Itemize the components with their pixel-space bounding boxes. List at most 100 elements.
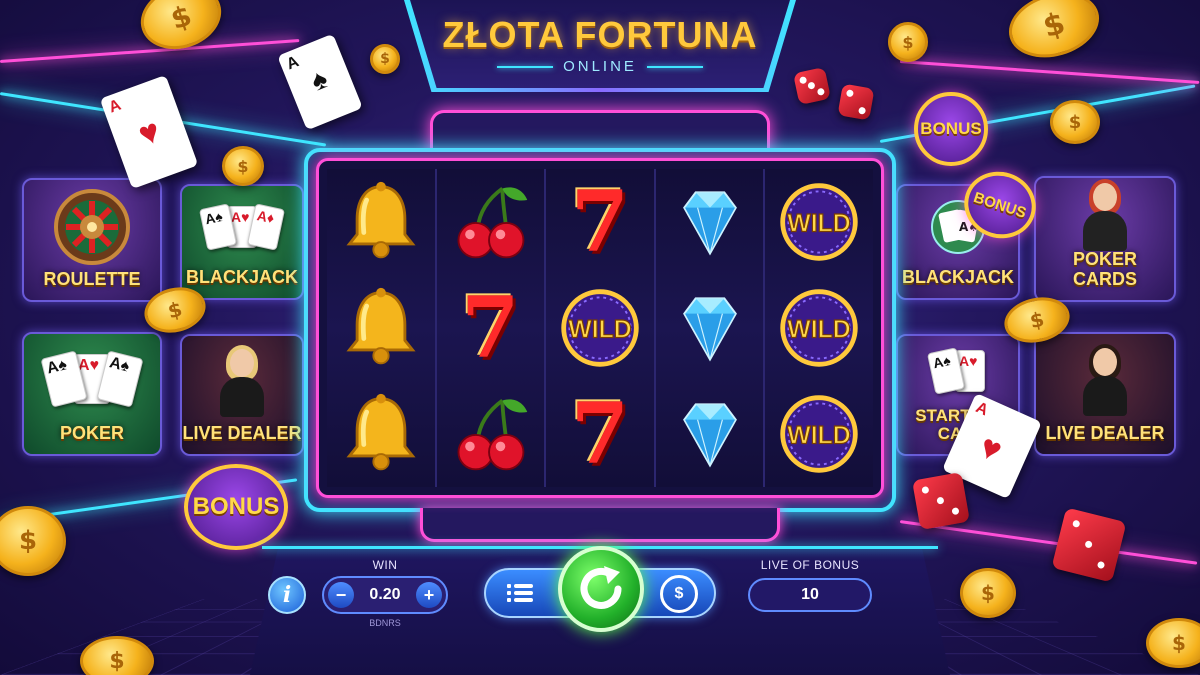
die-pip <box>858 106 867 115</box>
dealer-avatar <box>182 336 302 424</box>
coin-icon: $ <box>370 44 400 74</box>
coin-glyph: $ <box>18 526 38 556</box>
list-menu-icon <box>507 584 533 602</box>
coin-glyph: $ <box>902 32 914 52</box>
avatar-face <box>1093 183 1117 212</box>
menu-button[interactable] <box>500 580 540 606</box>
game-tile-live-dealer[interactable]: LIVE DEALER <box>180 334 304 456</box>
coin-glyph: $ <box>981 581 995 605</box>
spin-button[interactable] <box>558 546 644 632</box>
seven-glyph: 7 <box>570 384 630 483</box>
info-icon: i <box>282 582 292 608</box>
reel-1 <box>327 169 437 487</box>
tile-label: POKER <box>59 423 124 444</box>
die-pip <box>951 507 960 516</box>
wild-symbol-icon: WILD <box>771 280 867 376</box>
win-stepper: − 0.20 + <box>322 576 448 614</box>
tile-label: BLACKJACK <box>902 267 1014 288</box>
avatar-body <box>1083 376 1127 417</box>
tile-label: LIVE DEALER <box>1045 423 1165 444</box>
dice-icon <box>837 83 875 121</box>
die-pip <box>1072 519 1081 529</box>
playing-cards-icon: A♠ A♥ <box>898 336 1018 407</box>
decrease-button[interactable]: − <box>328 582 354 608</box>
coin-icon: $ <box>960 568 1016 618</box>
svg-text:WILD: WILD <box>787 317 850 344</box>
playing-cards-icon: A♠ A♥ A♠ <box>24 334 160 424</box>
game-tile-live-dealer-right[interactable]: LIVE DEALER <box>1034 332 1176 456</box>
coin-icon: $ <box>0 506 66 576</box>
info-button[interactable]: i <box>268 576 306 614</box>
cherry-symbol-icon <box>442 174 538 270</box>
reel-4 <box>655 169 766 487</box>
coin-icon: $ <box>1001 0 1107 68</box>
machine-bottom-frame <box>420 508 780 542</box>
bell-symbol-icon <box>333 386 429 482</box>
slot-reels: 7 7 WILD 7 WILD WILD WILD <box>316 158 884 498</box>
neon-line <box>899 60 1200 84</box>
divider <box>646 65 703 68</box>
bell-symbol-icon <box>333 174 429 270</box>
coin-glyph: $ <box>166 0 196 36</box>
bonus-badge[interactable]: BONUS <box>184 464 288 550</box>
tile-label: LIVE DEALER <box>182 423 302 444</box>
die-pip <box>807 81 816 90</box>
coin-glyph: $ <box>1039 5 1069 45</box>
playing-cards-icon: A♠ A♥ A♦ <box>182 186 302 268</box>
coin-icon: $ <box>888 22 928 62</box>
bell-symbol-icon <box>333 280 429 376</box>
diamond-symbol-icon <box>662 280 758 376</box>
reel-2: 7 <box>436 169 547 487</box>
spin-arrow-icon <box>580 566 622 609</box>
coin-icon: $ <box>222 146 264 186</box>
wild-symbol-icon: WILD <box>771 174 867 270</box>
seven-symbol-icon: 7 <box>552 386 648 482</box>
dice-icon <box>912 472 970 530</box>
tile-label: POKER CARDS <box>1072 249 1137 290</box>
avatar-face <box>1093 348 1117 377</box>
bonus-badge[interactable]: BONUS <box>914 92 988 166</box>
seven-symbol-icon: 7 <box>442 280 538 376</box>
bet-history-button[interactable]: $ <box>660 575 698 613</box>
svg-text:WILD: WILD <box>568 317 631 344</box>
game-tile-poker-cards[interactable]: POKER CARDS <box>1034 176 1176 302</box>
diamond-symbol-icon <box>662 386 758 482</box>
die-pip <box>921 485 930 495</box>
game-tile-roulette[interactable]: ROULETTE <box>22 178 162 302</box>
bonus-label: BONUS <box>920 119 982 138</box>
wild-symbol-icon: WILD <box>552 280 648 376</box>
dice-icon <box>1051 507 1127 583</box>
win-value: 0.20 <box>369 586 401 603</box>
dice-icon <box>793 67 831 105</box>
bonus-label: BONUS <box>971 188 1029 222</box>
ace-of-hearts-card: A ♥ <box>99 74 199 190</box>
dealer-avatar <box>212 345 272 418</box>
seven-glyph: 7 <box>461 278 520 377</box>
dollar-refresh-icon: $ <box>674 585 684 602</box>
card-rank: A <box>106 96 124 117</box>
subtitle-row: ONLINE <box>410 58 790 75</box>
die-pip <box>1096 560 1106 570</box>
coin-glyph: $ <box>380 51 390 67</box>
die-pip <box>798 76 808 85</box>
reel-3: 7 WILD 7 <box>546 169 656 487</box>
game-tile-poker[interactable]: A♠ A♥ A♠ POKER <box>22 332 162 456</box>
dealer-avatar <box>1075 179 1135 252</box>
increase-button[interactable]: + <box>415 582 442 608</box>
game-tile-blackjack[interactable]: A♠ A♥ A♦ BLACKJACK <box>180 184 304 300</box>
tile-label: BLACKJACK <box>186 267 298 288</box>
bonus-label: BONUS <box>192 493 280 520</box>
win-label: WIN <box>372 558 398 572</box>
win-sublabel: BDNRS <box>369 618 401 628</box>
die-pip <box>936 496 945 505</box>
dealer-avatar <box>1036 178 1174 252</box>
game-title: ZŁOTA FORTUNA <box>442 14 758 55</box>
coin-glyph: $ <box>237 156 249 176</box>
seven-glyph: 7 <box>570 172 630 271</box>
ace-of-spades-card: A ♠ <box>277 33 363 131</box>
dealer-avatar <box>1075 344 1135 417</box>
coin-glyph: $ <box>1027 306 1047 334</box>
svg-text:WILD: WILD <box>787 211 850 238</box>
roulette-wheel-icon <box>24 180 160 270</box>
die-pip <box>1084 540 1093 549</box>
